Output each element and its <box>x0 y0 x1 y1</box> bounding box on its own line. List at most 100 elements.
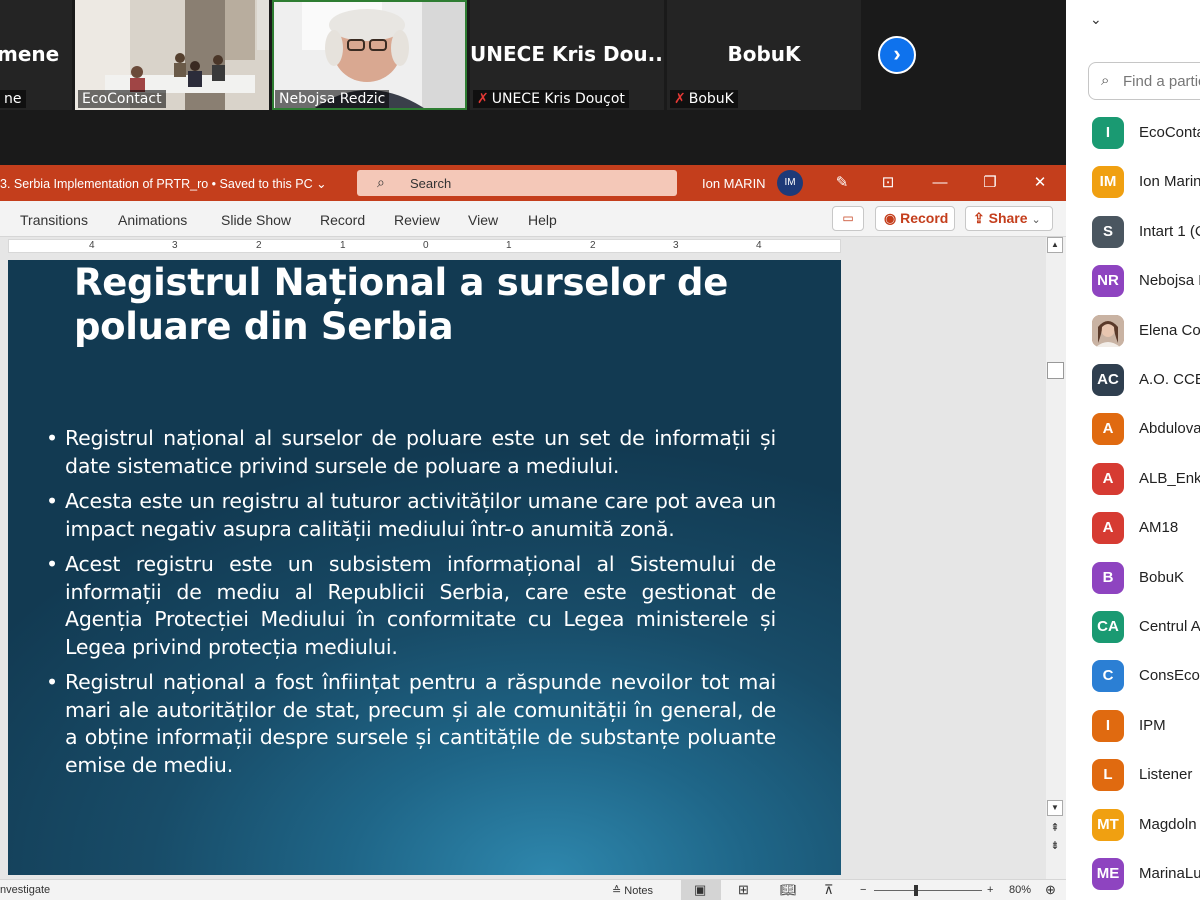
participant-name: Magdoln <box>1139 815 1197 833</box>
video-tile-ecocontact[interactable]: EcoContact <box>75 0 269 110</box>
participant-row[interactable]: Elena Coj <box>1092 314 1200 347</box>
minimize-button[interactable]: — <box>920 165 960 201</box>
zoom-in-icon[interactable]: + <box>987 884 993 896</box>
participant-row[interactable]: I EcoConta <box>1092 117 1200 149</box>
search-placeholder: Search <box>410 176 452 191</box>
slide-bullet: Registrul național al surselor de poluar… <box>46 425 776 480</box>
mic-muted-icon: ✗ <box>477 91 489 107</box>
document-title[interactable]: 3. Serbia Implementation of PRTR_ro • Sa… <box>0 176 327 191</box>
avatar: S <box>1092 215 1124 248</box>
reading-view-icon[interactable]: 📖︎ <box>780 882 797 898</box>
ruler-number: 2 <box>256 240 262 251</box>
video-strip: mene ne EcoContact Nebojsa Redzic UNECE … <box>0 0 1066 165</box>
tab-help[interactable]: Help <box>528 212 557 228</box>
participant-name: A.O. CCE <box>1139 371 1200 388</box>
record-button[interactable]: ◉ Record <box>875 206 955 231</box>
tile-label: Nebojsa Redzic <box>275 90 390 108</box>
tile-label: ✗ UNECE Kris Douçot <box>473 90 629 108</box>
avatar: I <box>1092 117 1124 149</box>
participant-row[interactable]: C ConsEco <box>1092 660 1200 693</box>
avatar: A <box>1092 462 1124 495</box>
close-button[interactable]: ✕ <box>1020 165 1060 201</box>
ribbon-display-icon[interactable]: ⊡ <box>868 165 908 201</box>
participant-row[interactable]: A AM18 <box>1092 512 1200 545</box>
user-name[interactable]: Ion MARIN <box>702 176 766 191</box>
tab-animations[interactable]: Animations <box>118 212 187 228</box>
participant-row[interactable]: B BobuK <box>1092 561 1200 594</box>
share-button[interactable]: ⇪ Share ⌄ <box>965 206 1053 231</box>
participant-row[interactable]: A Abdulova <box>1092 413 1200 446</box>
tile-label: ✗ BobuK <box>670 90 738 108</box>
share-icon: ⇪ <box>973 210 985 226</box>
chevron-right-icon: › <box>893 41 901 66</box>
zoom-out-icon[interactable]: − <box>860 884 866 896</box>
chevron-down-icon[interactable]: ⌄ <box>1090 11 1102 28</box>
vertical-scrollbar[interactable]: ▲ ▼ ⇞ ⇟ <box>1046 237 1066 882</box>
video-tile-bobuk[interactable]: BobuK ✗ BobuK <box>667 0 861 110</box>
find-participant-input[interactable]: ⌕ Find a partic <box>1088 62 1200 100</box>
avatar: A <box>1092 512 1124 545</box>
slideshow-icon[interactable]: ⊼ <box>824 882 834 898</box>
participant-name: Nebojsa R <box>1139 272 1200 290</box>
horizontal-ruler: 4 3 2 1 0 1 2 3 4 <box>8 239 841 253</box>
next-page-button[interactable]: › <box>878 36 916 74</box>
avatar: B <box>1092 561 1124 594</box>
scroll-thumb[interactable] <box>1047 362 1064 379</box>
fit-slide-icon[interactable]: ⊕ <box>1045 882 1056 898</box>
participant-row[interactable]: MT Magdoln <box>1092 808 1200 841</box>
slide-bullet: Acesta este un registru al tuturor activ… <box>46 488 776 543</box>
ruler-number: 3 <box>673 240 679 251</box>
search-input[interactable]: ⌕ Search <box>357 170 677 196</box>
ruler-number: 3 <box>172 240 178 251</box>
scroll-down-arrow[interactable]: ▼ <box>1047 800 1063 816</box>
participant-row[interactable]: IM Ion Marin <box>1092 166 1200 199</box>
comment-icon: ▭ <box>842 211 854 225</box>
tab-transitions[interactable]: Transitions <box>20 212 88 228</box>
notes-button[interactable]: ≙ Notes <box>612 884 653 897</box>
tab-slide-show[interactable]: Slide Show <box>221 212 291 228</box>
avatar[interactable]: IM <box>777 170 803 196</box>
next-slide-icon[interactable]: ⇟ <box>1047 839 1063 855</box>
tab-view[interactable]: View <box>468 212 498 228</box>
participant-name: ConsEco <box>1139 667 1200 685</box>
slide-sorter-icon[interactable]: ⊞ <box>738 882 749 898</box>
zoom-slider-handle[interactable] <box>914 885 918 896</box>
participant-row[interactable]: S Intart 1 (C <box>1092 215 1200 248</box>
status-text[interactable]: nvestigate <box>0 884 50 896</box>
participant-name: Ion Marin <box>1139 173 1200 191</box>
participant-row[interactable]: ME MarinaLu <box>1092 858 1200 890</box>
slide-bullet-list[interactable]: Registrul național al surselor de poluar… <box>46 425 776 787</box>
tab-record[interactable]: Record <box>320 212 365 228</box>
avatar: A <box>1092 413 1124 446</box>
tab-review[interactable]: Review <box>394 212 440 228</box>
scroll-up-arrow[interactable]: ▲ <box>1047 237 1063 253</box>
tile-label: EcoContact <box>78 90 166 108</box>
tile-name: UNECE Kris Dou... <box>470 42 664 66</box>
comments-button[interactable]: ▭ <box>832 206 864 231</box>
slide-canvas[interactable]: Registrul Național a surselor de poluare… <box>8 260 841 875</box>
chevron-down-icon: ⌄ <box>1031 214 1041 226</box>
participant-row[interactable]: L Listener <box>1092 759 1200 792</box>
previous-slide-icon[interactable]: ⇞ <box>1047 821 1063 837</box>
participant-name: IPM <box>1139 716 1166 734</box>
tile-label: ne <box>0 90 26 108</box>
zoom-level[interactable]: 80% <box>1009 884 1031 896</box>
restore-button[interactable]: ❐ <box>970 165 1010 201</box>
video-tile-unece[interactable]: UNECE Kris Dou... ✗ UNECE Kris Douçot <box>470 0 664 110</box>
video-tile-nebojsa-redzic[interactable]: Nebojsa Redzic <box>272 0 467 110</box>
participant-row[interactable]: AC A.O. CCE <box>1092 364 1200 396</box>
participant-row[interactable]: I IPM <box>1092 709 1200 742</box>
pen-icon[interactable]: ✎ <box>822 165 862 201</box>
avatar: MT <box>1092 808 1124 841</box>
zoom-slider[interactable] <box>874 890 982 891</box>
slide-title[interactable]: Registrul Național a surselor de poluare… <box>74 261 794 349</box>
participant-row[interactable]: A ALB_Enke <box>1092 462 1200 495</box>
participant-row[interactable]: CA Centrul A <box>1092 611 1200 643</box>
participant-name: Centrul A <box>1139 618 1200 635</box>
ruler-number: 1 <box>506 240 512 251</box>
ruler-number: 1 <box>340 240 346 251</box>
avatar <box>1092 314 1124 347</box>
participant-row[interactable]: NR Nebojsa R <box>1092 265 1200 298</box>
video-tile[interactable]: mene ne <box>0 0 72 110</box>
avatar: L <box>1092 759 1124 792</box>
